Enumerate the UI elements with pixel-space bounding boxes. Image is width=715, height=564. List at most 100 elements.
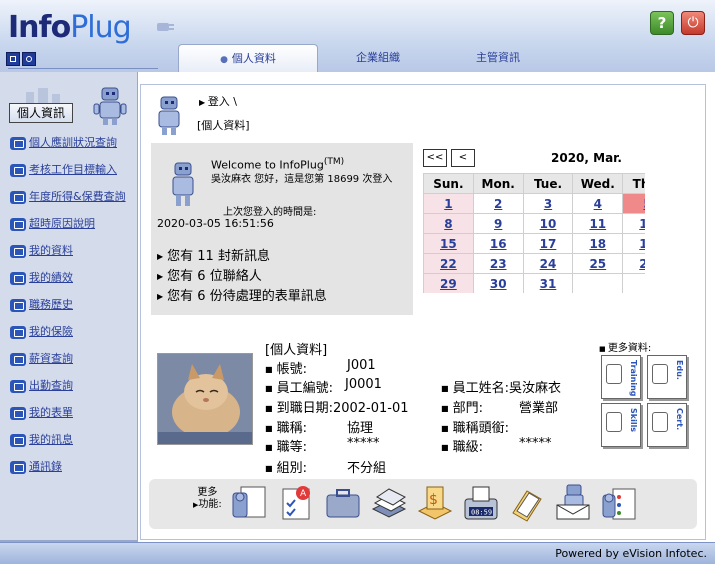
sidebar-item-my-insurance[interactable]: 我的保險 [10, 323, 73, 341]
contacts-list-icon[interactable] [599, 483, 639, 523]
calendar-day[interactable]: 11 [572, 213, 624, 234]
plug-icon [157, 23, 174, 31]
sidebar-item-income-premium[interactable]: 年度所得&保費查詢 [10, 188, 126, 206]
menu-item-icon [10, 190, 26, 204]
menu-item-icon [10, 460, 26, 474]
calendar-day[interactable]: 16 [472, 233, 524, 254]
more-data-label: ■ 更多資料: [599, 343, 652, 354]
calendar-day[interactable]: 24 [522, 253, 574, 274]
menu-item-icon [10, 217, 26, 231]
sidebar-item-overtime-reason[interactable]: 超時原因說明 [10, 215, 95, 233]
certificate-doc-icon[interactable]: Cert. [647, 403, 687, 447]
calendar-day[interactable]: 23 [472, 253, 524, 274]
app-logo: InfoPlug [8, 10, 132, 45]
tab-organization-label[interactable]: 企業組織 [356, 51, 400, 64]
menu-item-icon [10, 163, 26, 177]
bullet-icon: ■ [441, 384, 449, 393]
sidebar-item-my-performance[interactable]: 我的績效 [10, 269, 73, 287]
calendar-prev-month-button[interactable]: < [451, 149, 475, 167]
breadcrumb-arrow-icon: ▶ [199, 98, 208, 107]
sidebar-item-my-data[interactable]: 我的資料 [10, 242, 73, 260]
logout-button[interactable]: ⏻ [681, 11, 705, 35]
calendar-day[interactable]: 9 [472, 213, 524, 234]
calendar-grid: Sun. Mon. Tue. Wed. Thu. 1 2 3 4 5 8 9 [423, 173, 645, 293]
salary-money-icon[interactable]: $ [415, 483, 455, 523]
calendar-day[interactable]: 31 [522, 273, 574, 293]
education-doc-icon[interactable]: Edu. [647, 355, 687, 399]
profile-section-title: [個人資料] [265, 343, 328, 358]
bullet-icon: ■ [599, 345, 608, 353]
calendar-day[interactable]: 29 [423, 273, 474, 293]
tab-organization[interactable]: 企業組織 [318, 44, 438, 72]
bullet-icon: ■ [265, 404, 273, 413]
calendar-day[interactable]: 25 [572, 253, 624, 274]
calendar-day[interactable]: 15 [423, 233, 474, 254]
sidebar-item-goal-input[interactable]: 考核工作目標輸入 [10, 161, 117, 179]
calendar-day[interactable]: 3 [522, 193, 574, 214]
files-stack-icon[interactable] [369, 483, 409, 523]
sidebar-item-attendance[interactable]: 出勤查詢 [10, 377, 73, 395]
menu-item-icon [10, 325, 26, 339]
calendar-day[interactable]: 30 [472, 273, 524, 293]
sidebar-item-my-forms[interactable]: 我的表單 [10, 404, 73, 422]
profile-card-icon[interactable] [229, 483, 269, 523]
header-small-icons [6, 52, 38, 66]
calendar-day[interactable]: 22 [423, 253, 474, 274]
calendar-day[interactable]: 19 [622, 233, 645, 254]
calendar-day[interactable]: 12 [622, 213, 645, 234]
page-title: [個人資料] [197, 119, 250, 132]
checklist-icon[interactable]: A [277, 483, 317, 523]
welcome-greeting: 吳汝麻衣 您好，這是您第 18699 次登入 [211, 174, 393, 185]
calendar-day[interactable]: 17 [522, 233, 574, 254]
calendar-prev-year-button[interactable]: << [423, 149, 447, 167]
tab-manager-info[interactable]: 主管資訊 [438, 44, 558, 72]
weekday-header: Thu. [622, 173, 645, 194]
calendar-day[interactable]: 1 [423, 193, 474, 214]
menu-item-icon [10, 271, 26, 285]
svg-text:$: $ [429, 492, 438, 508]
tab-manager-info-label[interactable]: 主管資訊 [476, 51, 520, 64]
sidebar-item-my-messages[interactable]: 我的訊息 [10, 431, 73, 449]
robot-icon [172, 162, 194, 206]
calendar-day[interactable]: 26 [622, 253, 645, 274]
calendar-day[interactable]: 4 [572, 193, 624, 214]
main-tabs: ● 個人資料 企業組織 主管資訊 [178, 44, 715, 72]
bullet-icon: ■ [265, 365, 273, 374]
calendar-day-today[interactable]: 5 [622, 193, 645, 214]
weekday-header: Mon. [472, 173, 524, 194]
tab-personal[interactable]: ● 個人資料 [178, 44, 318, 72]
calendar-day-empty [622, 273, 645, 293]
calendar-day[interactable]: 18 [572, 233, 624, 254]
calendar-week-row: 22 23 24 25 26 [423, 253, 645, 274]
mail-robot-icon[interactable] [553, 483, 593, 523]
weekday-header: Wed. [572, 173, 624, 194]
message-contacts[interactable]: ▶ 您有 6 位聯絡人 [157, 265, 262, 284]
sidebar-item-training-status[interactable]: 個人應訓狀況查詢 [10, 134, 117, 152]
message-new-mail[interactable]: ▶ 您有 11 封新訊息 [157, 245, 270, 264]
briefcase-icon[interactable] [323, 483, 363, 523]
sidebar-item-job-history[interactable]: 職務歷史 [10, 296, 73, 314]
skills-doc-icon[interactable]: Skills [601, 403, 641, 447]
training-doc-icon[interactable]: Training [601, 355, 641, 399]
tab-personal-label[interactable]: 個人資料 [232, 52, 276, 65]
window-icon[interactable] [6, 52, 20, 66]
time-clock-icon[interactable]: 08:59 [461, 483, 501, 523]
documents-icon[interactable] [507, 483, 547, 523]
calendar-day[interactable]: 10 [522, 213, 574, 234]
calendar-day[interactable]: 2 [472, 193, 524, 214]
calendar-day-empty [572, 273, 624, 293]
search-icon[interactable] [22, 52, 36, 66]
message-pending-forms[interactable]: ▶ 您有 6 份待處理的表單訊息 [157, 285, 327, 304]
last-login-label: 上次您登入的時間是: [223, 207, 317, 218]
field-department: ■ 部門: 營業部 [441, 401, 559, 416]
help-button[interactable]: ? [650, 11, 674, 35]
field-account: ■ 帳號: J001 [265, 358, 376, 377]
calendar-day[interactable]: 8 [423, 213, 474, 234]
app-footer: Powered by eVision Infotec. [0, 542, 715, 564]
weekday-header: Tue. [522, 173, 574, 194]
bullet-icon: ■ [441, 424, 449, 433]
weekday-header: Sun. [423, 173, 474, 194]
calendar-title: 2020, Mar. [551, 151, 622, 165]
sidebar-item-address-book[interactable]: 通訊錄 [10, 458, 62, 476]
sidebar-item-salary[interactable]: 薪資查詢 [10, 350, 73, 368]
